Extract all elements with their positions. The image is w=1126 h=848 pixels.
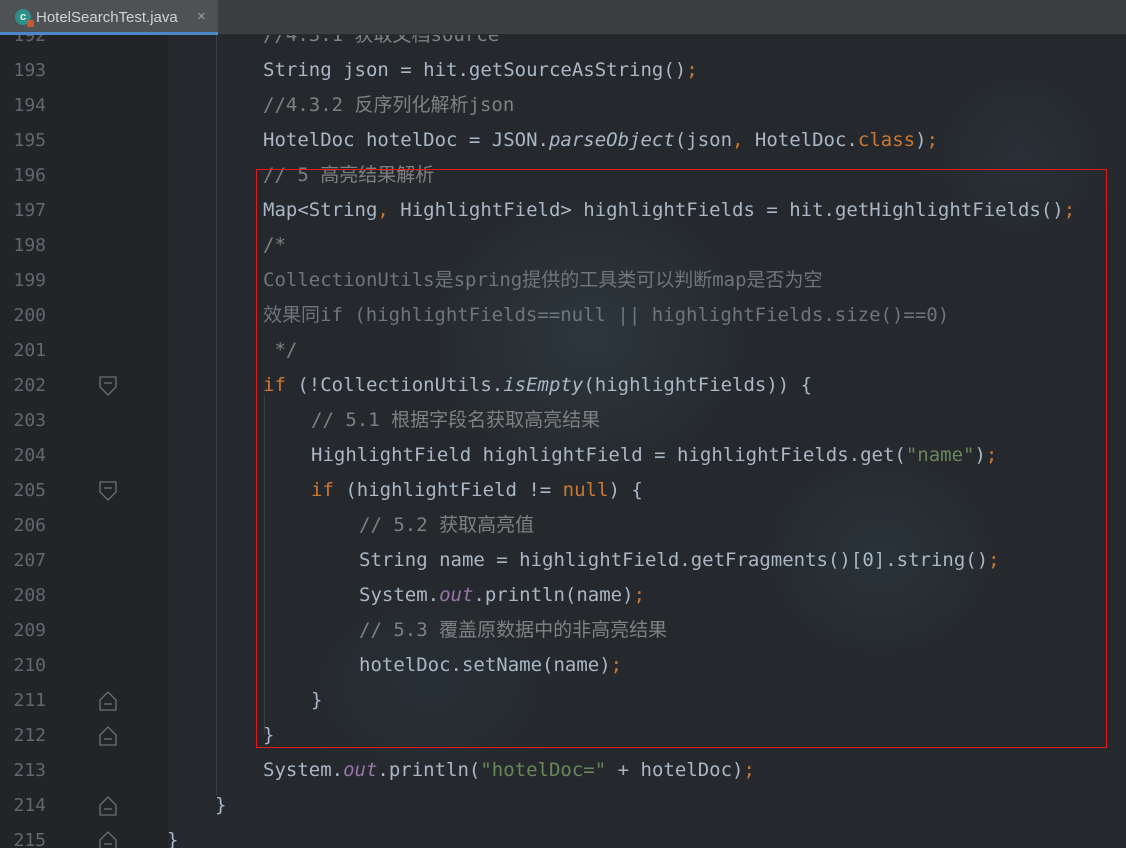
line-number: 193 (13, 60, 46, 81)
line-number: 204 (13, 445, 46, 466)
code-text: //4.3.1 获取文档source (263, 35, 499, 53)
code-line[interactable]: 213 System.out.println("hotelDoc=" + hote… (0, 753, 1126, 788)
code-text: HotelDoc hotelDoc = JSON.parseObject(jso… (263, 123, 938, 158)
code-token: System. (263, 759, 344, 781)
code-token: //4.3.2 反序列化解析json (263, 94, 515, 116)
code-token: parseObject (548, 129, 675, 151)
code-token: HotelDoc hotelDoc = JSON. (263, 129, 549, 151)
code-token: .println( (377, 759, 481, 781)
code-token: } (215, 794, 227, 816)
code-line[interactable]: 214} (0, 788, 1126, 823)
code-line[interactable]: 195 HotelDoc hotelDoc = JSON.parseObject(… (0, 123, 1126, 158)
line-number: 202 (13, 375, 46, 396)
line-number: 206 (13, 515, 46, 536)
line-number: 209 (13, 620, 46, 641)
code-token: //4.3.1 获取文档source (263, 35, 500, 46)
code-token: out (343, 759, 378, 781)
line-number: 199 (13, 270, 46, 291)
line-number: 201 (13, 340, 46, 361)
tab-hotel-search-test[interactable]: c HotelSearchTest.java × (0, 0, 218, 35)
code-token: String json = hit.getSourceAsString() (263, 59, 687, 81)
fold-open-icon[interactable] (99, 376, 117, 396)
code-token: ; (686, 59, 698, 81)
code-token: , (732, 129, 755, 151)
code-token: "hotelDoc=" (480, 759, 607, 781)
code-token: (json (674, 129, 733, 151)
code-token: ; (926, 129, 938, 151)
code-line[interactable]: 215} (0, 823, 1126, 848)
line-number: 207 (13, 550, 46, 571)
code-text: } (215, 788, 226, 823)
fold-close-icon[interactable] (99, 831, 117, 848)
java-class-icon: c (15, 9, 34, 27)
line-number: 197 (13, 200, 46, 221)
line-number: 210 (13, 655, 46, 676)
code-token: + hotelDoc) (606, 759, 744, 781)
line-number: 205 (13, 480, 46, 501)
line-number: 196 (13, 165, 46, 186)
code-token: HotelDoc. (754, 129, 858, 151)
line-number: 192 (13, 35, 46, 46)
line-number: 211 (13, 690, 46, 711)
line-number: 195 (13, 130, 46, 151)
code-text: } (167, 823, 178, 848)
line-number: 208 (13, 585, 46, 606)
editor-tab-bar: c HotelSearchTest.java × (0, 0, 1126, 35)
close-icon[interactable]: × (197, 8, 206, 25)
line-number: 194 (13, 95, 46, 116)
code-text: String json = hit.getSourceAsString(); (263, 53, 698, 88)
fold-close-icon[interactable] (99, 796, 117, 816)
code-token: ) (915, 129, 927, 151)
fold-close-icon[interactable] (99, 726, 117, 746)
code-token: class (857, 129, 916, 151)
line-number: 203 (13, 410, 46, 431)
line-number: 198 (13, 235, 46, 256)
code-line[interactable]: 194 //4.3.2 反序列化解析json (0, 88, 1126, 123)
line-number: 200 (13, 305, 46, 326)
line-number: 215 (13, 830, 46, 848)
code-line[interactable]: 192 //4.3.1 获取文档source (0, 35, 1126, 53)
highlight-annotation-box (256, 169, 1107, 748)
fold-close-icon[interactable] (99, 691, 117, 711)
line-number: 213 (13, 760, 46, 781)
line-number: 212 (13, 725, 46, 746)
tab-filename: HotelSearchTest.java (36, 9, 178, 26)
fold-open-icon[interactable] (99, 481, 117, 501)
code-text: System.out.println("hotelDoc=" + hotelDo… (263, 753, 755, 788)
line-number: 214 (13, 795, 46, 816)
code-token: ; (743, 759, 755, 781)
code-text: //4.3.2 反序列化解析json (263, 88, 514, 123)
code-token: } (167, 829, 179, 848)
code-editor[interactable]: 192 //4.3.1 获取文档source 193 String json = hi… (0, 35, 1126, 848)
code-line[interactable]: 193 String json = hit.getSourceAsString()… (0, 53, 1126, 88)
